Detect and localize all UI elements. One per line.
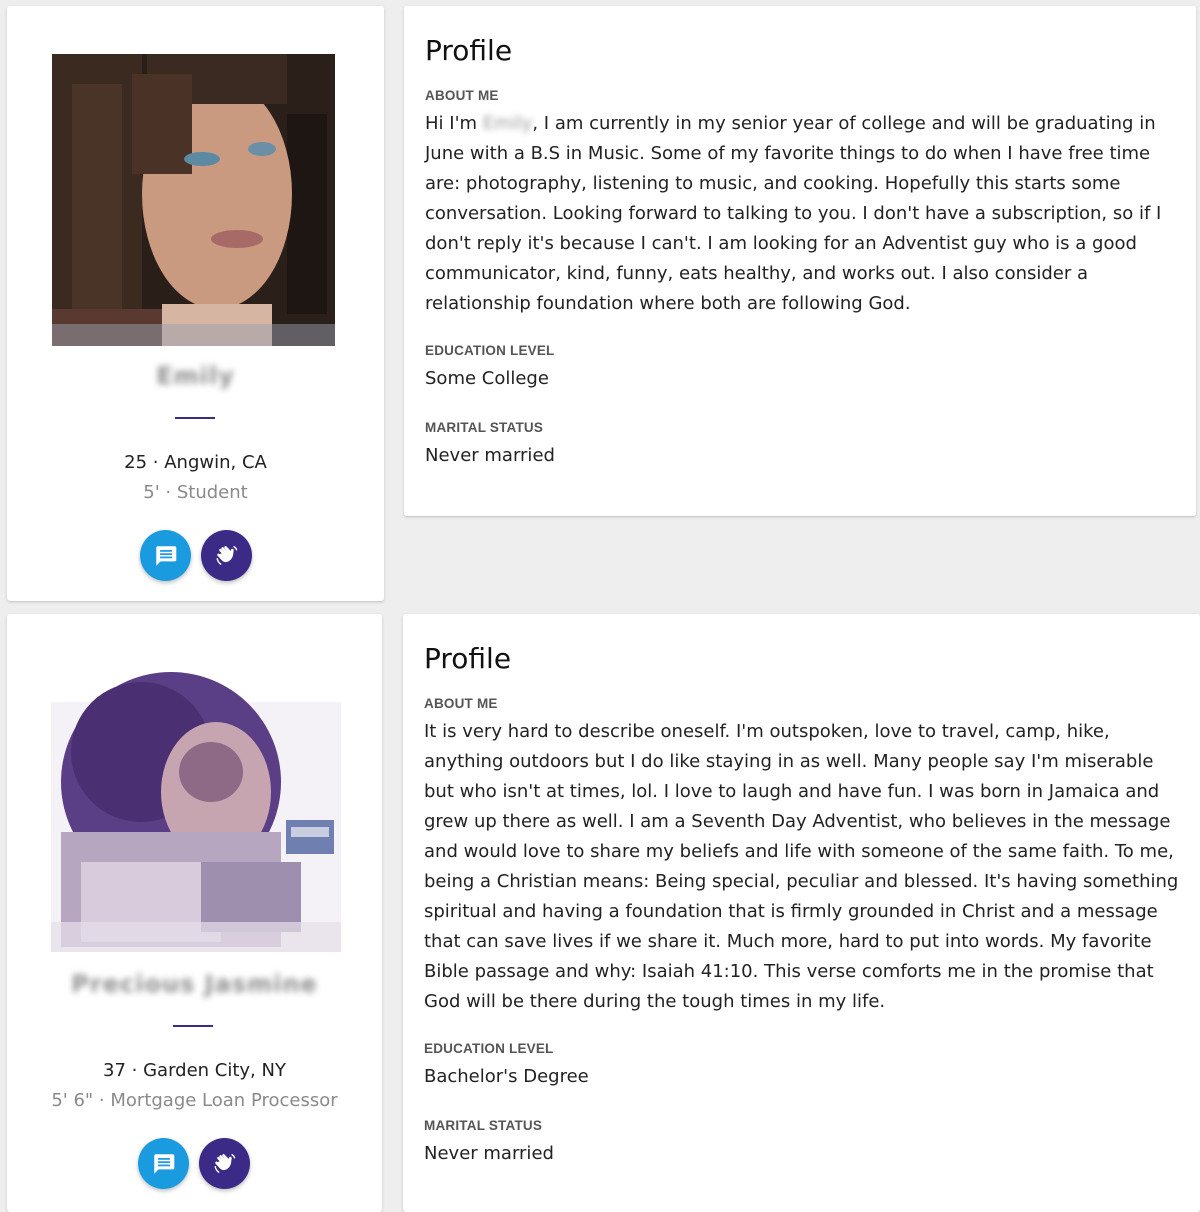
about-me-label-2: ABOUT ME: [424, 696, 498, 711]
age-location-1: 25 · Angwin, CA: [124, 452, 267, 473]
education-label-2: EDUCATION LEVEL: [424, 1041, 554, 1056]
education-block-1: EDUCATION LEVEL Some College: [425, 343, 1180, 394]
education-value-1: Some College: [425, 368, 549, 389]
chat-bubble-icon: [153, 1153, 174, 1174]
about-me-text-1: Hi I'm Emily, I am currently in my senio…: [425, 109, 1180, 319]
marital-block-2: MARITAL STATUS Never married: [424, 1118, 1184, 1169]
education-label-1: EDUCATION LEVEL: [425, 343, 555, 358]
about-me-blurred-name-1: Emily: [482, 113, 533, 134]
height-occupation-1: 5' · Student: [143, 482, 248, 503]
profile-section-title-1: Profile: [425, 34, 513, 67]
marital-label-1: MARITAL STATUS: [425, 420, 544, 435]
about-me-prefix-1: Hi I'm: [425, 113, 483, 134]
name-divider-1: [175, 417, 215, 419]
message-button-2[interactable]: [138, 1138, 189, 1189]
profile-photo-1[interactable]: [52, 54, 335, 346]
profile-photo-2[interactable]: [51, 662, 341, 952]
education-value-2: Bachelor's Degree: [424, 1066, 589, 1087]
wave-button-1[interactable]: [201, 530, 252, 581]
profile-actions-1: [140, 530, 252, 581]
marital-label-2: MARITAL STATUS: [424, 1118, 543, 1133]
profile-section-title-2: Profile: [424, 642, 512, 675]
profile-card-2: Precious Jasmine 37 · Garden City, NY 5'…: [7, 614, 382, 1212]
message-button-1[interactable]: [140, 530, 191, 581]
wave-button-2[interactable]: [199, 1138, 250, 1189]
education-block-2: EDUCATION LEVEL Bachelor's Degree: [424, 1041, 1184, 1092]
about-me-text-2: It is very hard to describe oneself. I'm…: [424, 721, 1179, 1012]
profile-name-1[interactable]: Emily: [7, 362, 384, 390]
pixelated-portrait-1: [52, 54, 335, 346]
about-me-block-1: ABOUT ME Hi I'm Emily, I am currently in…: [425, 88, 1180, 319]
profile-actions-2: [138, 1138, 250, 1189]
about-me-body-1: , I am currently in my senior year of co…: [425, 113, 1162, 314]
about-me-block-2: ABOUT ME It is very hard to describe one…: [424, 696, 1184, 1017]
about-me-label-1: ABOUT ME: [425, 88, 499, 103]
age-location-2: 37 · Garden City, NY: [103, 1060, 286, 1081]
height-occupation-2: 5' 6" · Mortgage Loan Processor: [51, 1090, 338, 1111]
profile-card-1: Emily 25 · Angwin, CA 5' · Student: [7, 6, 384, 601]
name-divider-2: [173, 1025, 213, 1027]
pixelated-portrait-2: [51, 662, 341, 952]
profile-details-card-1: Profile ABOUT ME Hi I'm Emily, I am curr…: [404, 6, 1196, 516]
marital-value-1: Never married: [425, 445, 555, 466]
chat-bubble-icon: [155, 545, 176, 566]
profile-details-card-2: Profile ABOUT ME It is very hard to desc…: [403, 614, 1200, 1212]
marital-value-2: Never married: [424, 1143, 554, 1164]
waving-hand-icon: [216, 545, 237, 565]
waving-hand-icon: [214, 1153, 235, 1173]
profile-name-2[interactable]: Precious Jasmine: [7, 970, 382, 998]
marital-block-1: MARITAL STATUS Never married: [425, 420, 1180, 471]
